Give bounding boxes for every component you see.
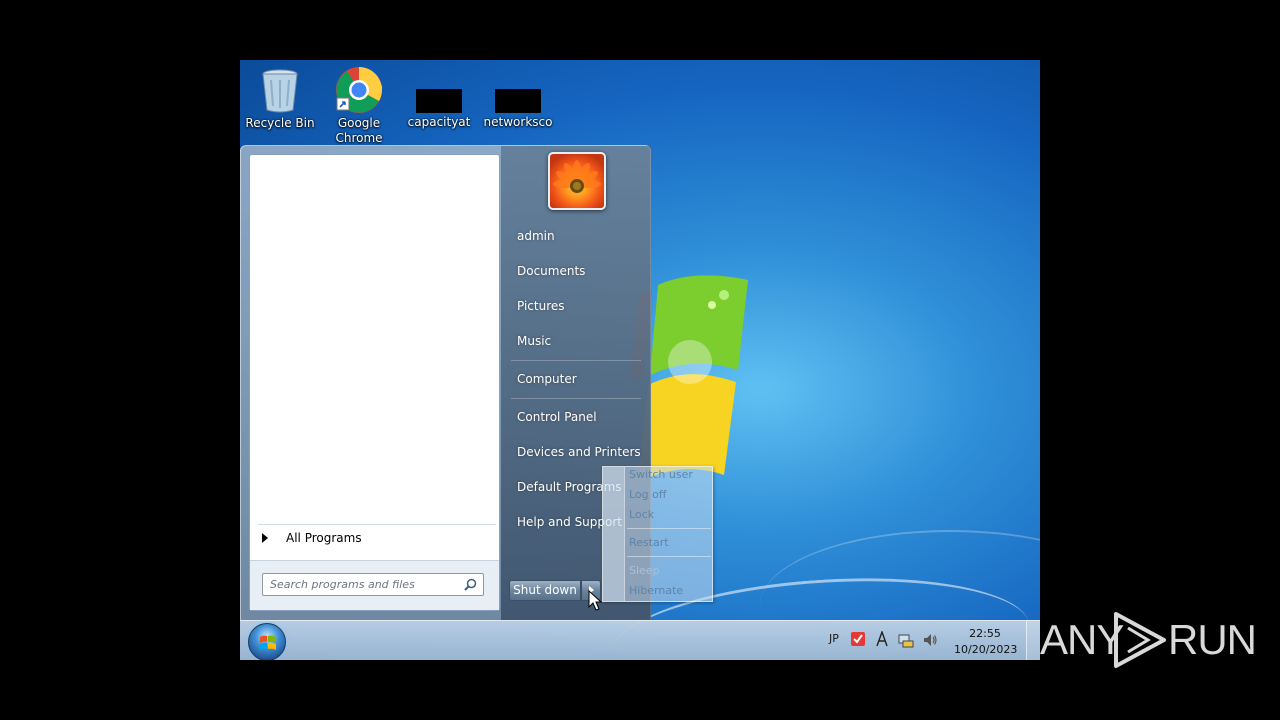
menu-item-sleep: Sleep [629,564,660,577]
shutdown-button[interactable]: Shut down [509,580,581,601]
menu-item-hibernate[interactable]: Hibernate [629,583,683,599]
start-item-pictures[interactable]: Pictures [517,296,645,316]
desktop-icon-networksco[interactable]: networksco [479,66,557,130]
start-button[interactable] [248,623,286,660]
recycle-bin-icon [256,66,304,114]
ime-mode-icon[interactable] [876,631,888,647]
desktop-icon-capacityat[interactable]: capacityat [400,66,478,130]
start-item-control-panel[interactable]: Control Panel [517,407,645,427]
clock-time: 22:55 [969,627,1001,640]
desktop-icon-chrome[interactable]: Google Chrome [320,66,398,146]
start-item-user[interactable]: admin [517,226,645,246]
windows-logo-icon [260,635,276,650]
search-area: Search programs and files [250,560,499,610]
start-item-music[interactable]: Music [517,331,645,351]
mouse-cursor-icon [588,590,602,611]
clock-date: 10/20/2023 [954,643,1018,656]
desktop-icon-label: networksco [483,115,553,129]
start-item-documents[interactable]: Documents [517,261,645,281]
chrome-icon [335,66,383,114]
desktop-icon-label: Recycle Bin [245,116,315,130]
menu-separator [511,360,641,361]
volume-icon[interactable] [922,632,938,648]
start-menu-programs-pane: All Programs Search programs and files [249,154,500,611]
redacted-file-icon [495,89,541,113]
search-icon[interactable] [464,578,477,591]
shutdown-options-menu: Switch user Log off Lock Restart Sleep H… [602,466,713,602]
menu-separator [627,556,711,557]
menu-item-switch-user[interactable]: Switch user [629,467,693,483]
desktop-icon-label: capacityat [407,115,471,129]
show-desktop-button[interactable] [1026,621,1040,660]
taskbar: JP 22:55 10/20/2023 [240,620,1040,660]
language-indicator[interactable]: JP [829,632,839,645]
menu-item-lock[interactable]: Lock [629,507,654,523]
flower-icon [553,160,601,193]
start-menu: All Programs Search programs and files a… [240,145,651,621]
all-programs-button[interactable]: All Programs [258,524,496,550]
start-item-devices-printers[interactable]: Devices and Printers [517,442,645,462]
search-placeholder: Search programs and files [270,578,415,591]
all-programs-label: All Programs [286,530,362,545]
search-input[interactable]: Search programs and files [262,573,484,596]
redacted-file-icon [416,89,462,113]
play-icon [1114,612,1166,668]
network-icon[interactable] [898,632,914,648]
menu-item-log-off[interactable]: Log off [629,487,666,503]
system-clock[interactable]: 22:55 10/20/2023 [954,626,1018,658]
security-alert-icon[interactable] [850,631,866,647]
user-avatar[interactable] [548,152,606,210]
anyrun-watermark: ANY RUN [1040,608,1257,672]
start-item-computer[interactable]: Computer [517,369,645,389]
menu-separator [627,528,711,529]
menu-item-restart[interactable]: Restart [629,535,669,551]
arrow-right-icon [262,532,268,543]
desktop-icon-recycle-bin[interactable]: Recycle Bin [241,66,319,131]
menu-separator [511,398,641,399]
watermark-text-right: RUN [1168,616,1257,663]
menu-gutter [603,467,625,601]
desktop-icon-label: Google Chrome [335,116,383,145]
desktop-screen: Recycle Bin Google Chrome capacityat net… [240,60,1040,660]
